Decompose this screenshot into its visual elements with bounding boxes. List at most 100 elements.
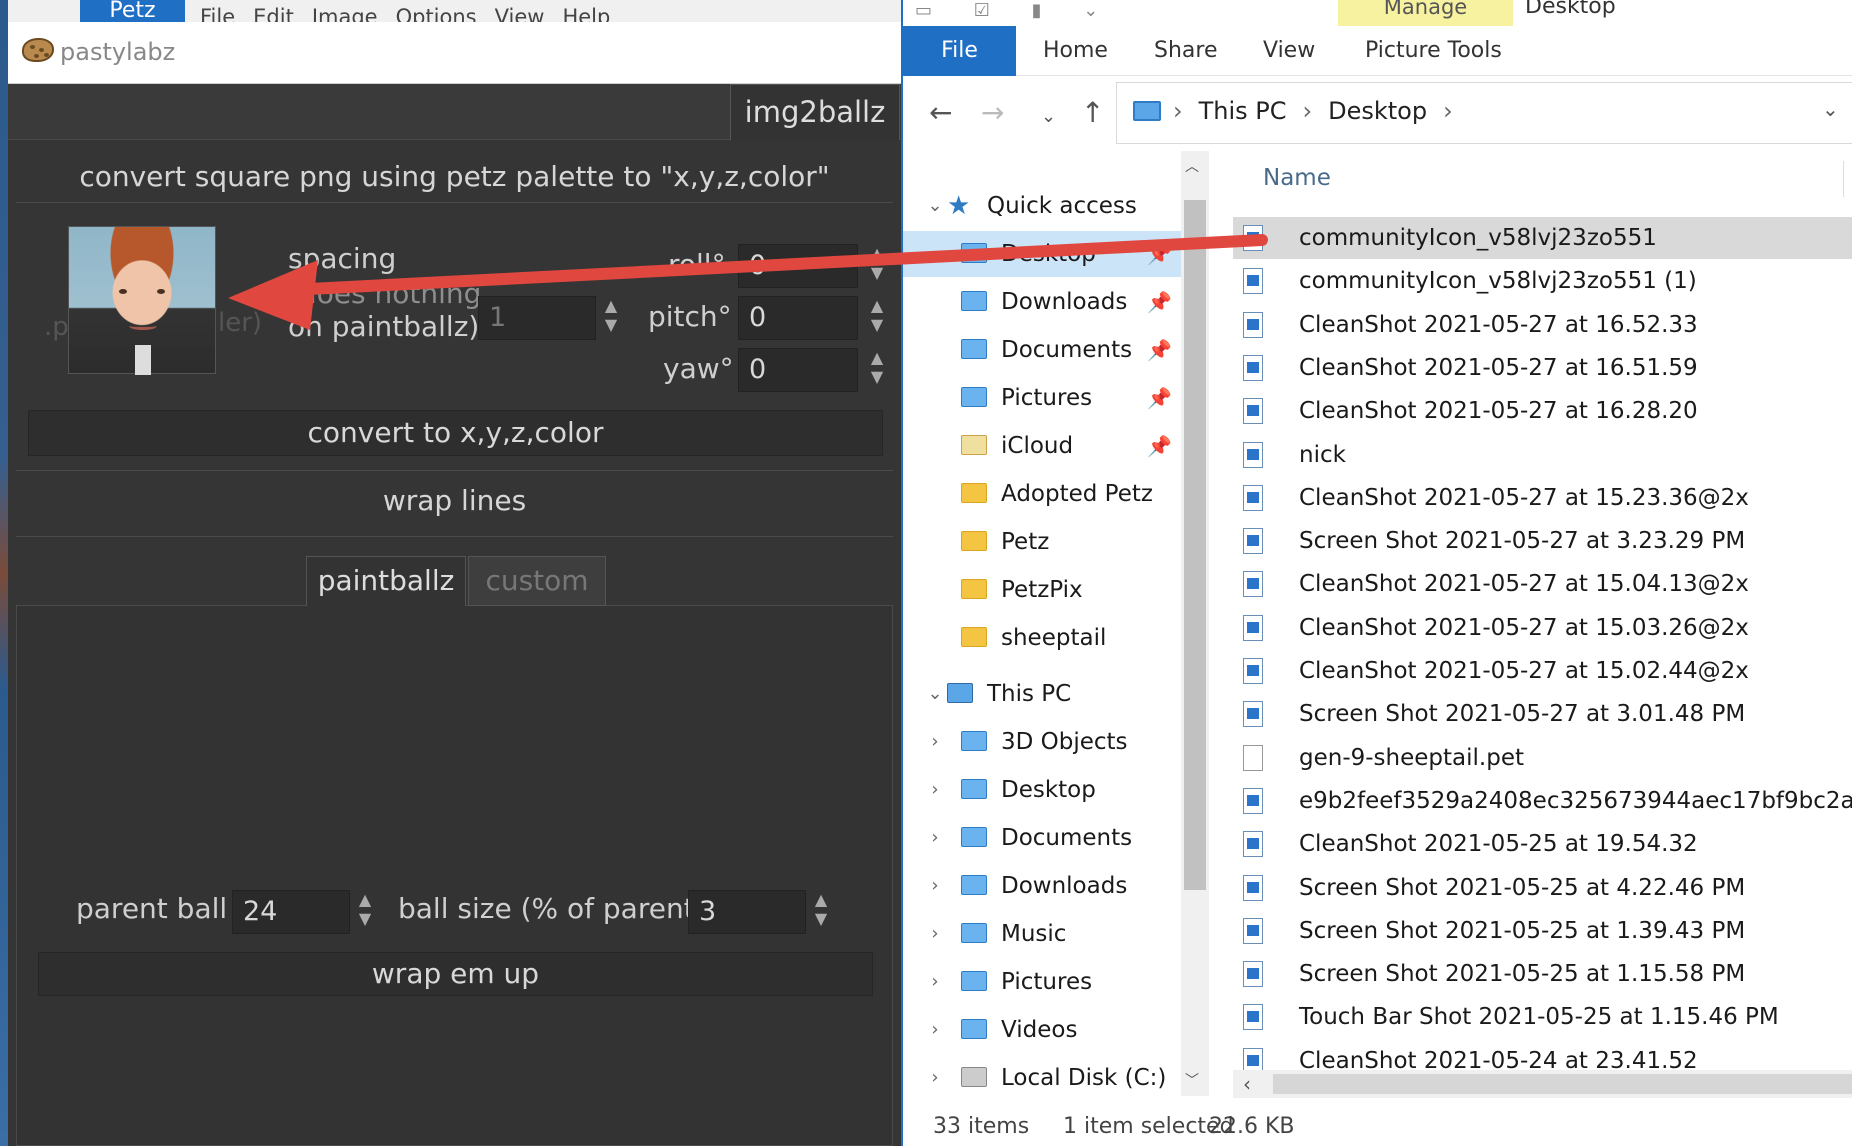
roll-stepper-icon[interactable]: ▲ ▼ [864,244,890,288]
pin-icon[interactable]: 📌 [1147,279,1172,325]
ribbon-share-tab[interactable]: Share [1154,26,1218,76]
breadcrumb-desktop[interactable]: Desktop [1328,97,1427,125]
nav-item[interactable]: Documents 📌 [903,327,1193,373]
nav-item[interactable]: › 3D Objects [903,719,1193,765]
spacing-stepper-icon[interactable]: ▲ ▼ [598,296,624,340]
pastylabz-titlebar[interactable]: pastylabz [8,22,901,84]
forward-arrow-icon[interactable]: → [981,96,1004,129]
scroll-down-chevron-icon[interactable]: ﹀ [1185,1070,1199,1090]
expand-chevron-icon[interactable]: › [923,863,947,909]
parent-ball-stepper-icon[interactable]: ▲ ▼ [352,890,378,934]
pin-icon[interactable]: 📌 [1147,327,1172,373]
spacing-input[interactable]: 1 [478,296,596,340]
pitch-input[interactable]: 0 [738,296,858,340]
nav-item[interactable]: Petz [903,519,1193,565]
expand-chevron-icon[interactable]: › [923,959,947,1005]
address-dropdown-chevron-icon[interactable]: ⌄ [1822,97,1839,121]
nav-item[interactable]: Downloads 📌 [903,279,1193,325]
nav-item[interactable]: › Local Disk (C:) [903,1055,1193,1101]
menu-edit[interactable]: Edit [253,0,294,29]
convert-button[interactable]: convert to x,y,z,color [28,410,883,456]
pin-icon[interactable]: 📌 [1147,423,1172,469]
recent-locations-chevron-icon[interactable]: ⌄ [1041,106,1056,127]
expand-chevron-icon[interactable]: ⌄ [923,183,947,229]
column-divider[interactable] [1843,161,1844,197]
ribbon-view-tab[interactable]: View [1263,26,1315,76]
ribbon-picture-tools-tab[interactable]: Picture Tools [1365,26,1502,76]
file-row[interactable]: Screen Shot 2021-05-25 at 4.22.46 PM [1233,867,1852,909]
menu-help[interactable]: Help [562,0,610,29]
tab-custom[interactable]: custom [468,556,606,606]
expand-chevron-icon[interactable]: › [923,815,947,861]
nav-item[interactable]: sheeptail [903,615,1193,661]
menu-image[interactable]: Image [312,0,378,29]
file-row[interactable]: CleanShot 2021-05-27 at 15.02.44@2x [1233,650,1852,692]
file-row[interactable]: communityIcon_v58lvj23zo551 (1) [1233,260,1852,302]
file-row[interactable]: Touch Bar Shot 2021-05-25 at 1.15.46 PM [1233,996,1852,1038]
menu-options[interactable]: Options [396,0,477,29]
hscroll-thumb[interactable] [1273,1074,1852,1094]
petz-taskbar-tab[interactable]: Petz [80,0,185,22]
back-arrow-icon[interactable]: ← [929,96,952,129]
nav-item[interactable]: ⌄ ★ Quick access [903,183,1193,229]
nav-item[interactable]: › Documents [903,815,1193,861]
ball-size-stepper-icon[interactable]: ▲ ▼ [808,890,834,934]
address-bar[interactable]: › This PC › Desktop › ⌄ [1116,82,1852,144]
expand-chevron-icon[interactable]: ⌄ [923,671,947,717]
expand-chevron-icon[interactable]: › [923,767,947,813]
expand-chevron-icon[interactable]: › [923,1055,947,1101]
file-row[interactable]: CleanShot 2021-05-25 at 19.54.32 [1233,823,1852,865]
expand-chevron-icon[interactable]: › [923,719,947,765]
nav-item[interactable]: › Pictures [903,959,1193,1005]
pin-icon[interactable]: 📌 [1147,375,1172,421]
file-row[interactable]: e9b2feef3529a2408ec325673944aec17bf9bc2a… [1233,780,1852,822]
nav-item[interactable]: › Music [903,911,1193,957]
ball-size-input[interactable]: 3 [688,890,806,934]
nav-item[interactable]: Pictures 📌 [903,375,1193,421]
nav-item[interactable]: › Downloads [903,863,1193,909]
file-row[interactable]: CleanShot 2021-05-27 at 16.52.33 [1233,304,1852,346]
scroll-left-chevron-icon[interactable]: ‹ [1243,1072,1251,1096]
tab-paintballz[interactable]: paintballz [306,556,466,606]
nav-item[interactable]: › Desktop [903,767,1193,813]
file-row[interactable]: CleanShot 2021-05-27 at 15.23.36@2x [1233,477,1852,519]
column-header-name[interactable]: Name [1263,165,1331,191]
up-arrow-icon[interactable]: ↑ [1081,96,1104,129]
tab-img2ballz[interactable]: img2ballz [730,84,900,140]
expand-chevron-icon[interactable]: › [923,911,947,957]
file-row[interactable]: Screen Shot 2021-05-27 at 3.23.29 PM [1233,520,1852,562]
pin-icon[interactable]: 📌 [1147,231,1172,277]
file-row[interactable]: CleanShot 2021-05-27 at 16.28.20 [1233,390,1852,432]
ribbon-home-tab[interactable]: Home [1043,26,1108,76]
file-row[interactable]: Screen Shot 2021-05-25 at 1.39.43 PM [1233,910,1852,952]
scroll-up-chevron-icon[interactable]: ︿ [1185,156,1199,176]
nav-item[interactable]: iCloud 📌 [903,423,1193,469]
expand-chevron-icon[interactable]: › [923,1007,947,1053]
file-row[interactable]: communityIcon_v58lvj23zo551 [1233,217,1852,259]
nav-item[interactable]: ⌄ This PC [903,671,1193,717]
file-row[interactable]: Screen Shot 2021-05-25 at 1.15.58 PM [1233,953,1852,995]
file-row[interactable]: nick [1233,434,1852,476]
qat-icons[interactable]: ▭ ☑ ▮ ⌄ [915,0,1116,21]
file-row[interactable]: CleanShot 2021-05-27 at 16.51.59 [1233,347,1852,389]
nav-item[interactable]: › Videos [903,1007,1193,1053]
nav-item[interactable]: Desktop 📌 [903,231,1193,277]
pitch-stepper-icon[interactable]: ▲ ▼ [864,296,890,340]
ribbon-file-tab[interactable]: File [903,26,1016,76]
menu-view[interactable]: View [495,0,545,29]
file-row[interactable]: gen-9-sheeptail.pet [1233,737,1852,779]
file-row[interactable]: CleanShot 2021-05-27 at 15.04.13@2x [1233,563,1852,605]
nav-pane-scroll-thumb[interactable] [1184,200,1206,890]
breadcrumb-this-pc[interactable]: This PC [1199,97,1287,125]
menu-file[interactable]: File [200,0,235,29]
nav-item[interactable]: Adopted Petz [903,471,1193,517]
yaw-input[interactable]: 0 [738,348,858,392]
file-row[interactable]: CleanShot 2021-05-27 at 15.03.26@2x [1233,607,1852,649]
yaw-stepper-icon[interactable]: ▲ ▼ [864,348,890,392]
roll-input[interactable]: 0 [738,244,858,288]
file-row[interactable]: Screen Shot 2021-05-27 at 3.01.48 PM [1233,693,1852,735]
nav-item[interactable]: PetzPix [903,567,1193,613]
parent-ball-input[interactable]: 24 [232,890,350,934]
wrap-em-up-button[interactable]: wrap em up [38,952,873,996]
image-preview[interactable] [68,226,216,375]
